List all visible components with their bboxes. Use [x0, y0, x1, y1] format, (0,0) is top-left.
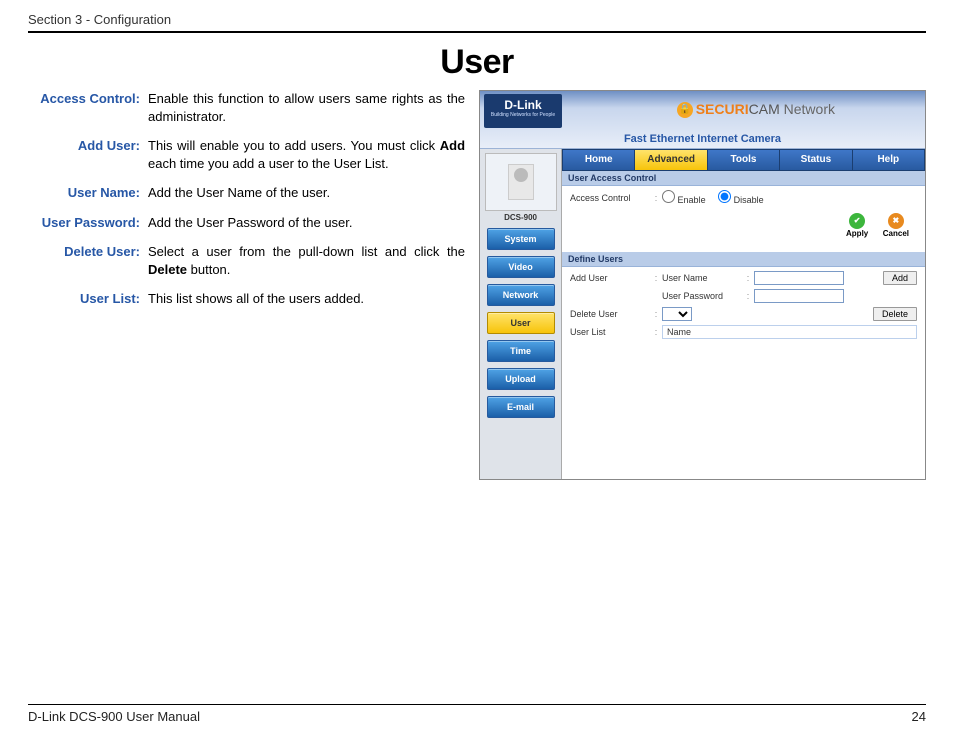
radio-disable[interactable]: Disable	[718, 195, 764, 205]
radio-disable-input[interactable]	[718, 190, 731, 203]
page-title: User	[28, 43, 926, 82]
cancel-button[interactable]: ✖Cancel	[877, 213, 909, 238]
radio-enable[interactable]: Enable	[662, 195, 706, 205]
definition-row: Access Control: Enable this function to …	[28, 90, 465, 125]
footer-page-number: 24	[912, 709, 926, 724]
page-footer: D-Link DCS-900 User Manual 24	[28, 704, 926, 724]
user-password-label: User Password	[662, 291, 742, 301]
camera-model: DCS-900	[483, 213, 558, 222]
tab-help[interactable]: Help	[853, 149, 925, 171]
sidebar-button-e-mail[interactable]: E-mail	[487, 396, 555, 418]
sidebar-button-time[interactable]: Time	[487, 340, 555, 362]
tab-tools[interactable]: Tools	[708, 149, 780, 171]
definition-text: This list shows all of the users added.	[148, 290, 465, 308]
camera-ui-body: DCS-900 System Video Network User Time Upload…	[480, 149, 925, 479]
definition-text: Add the User Name of the user.	[148, 184, 465, 202]
user-name-label: User Name	[662, 273, 742, 283]
logo-text: D-Link	[504, 98, 541, 112]
brand-prefix: SECURI	[696, 101, 749, 117]
user-list-label: User List	[570, 327, 650, 337]
definition-label: User Name:	[28, 184, 148, 202]
user-list-header: Name	[662, 325, 917, 339]
delete-user-select[interactable]	[662, 307, 692, 321]
brand-label: 🔒SECURICAM Network	[677, 101, 835, 118]
definition-row: Add User: This will enable you to add us…	[28, 137, 465, 172]
tab-status[interactable]: Status	[780, 149, 852, 171]
content-row: Access Control: Enable this function to …	[28, 90, 926, 480]
sidebar: DCS-900 System Video Network User Time Upload…	[480, 149, 562, 479]
brand-suffix: CAM	[749, 101, 780, 117]
definition-text: Enable this function to allow users same…	[148, 90, 465, 125]
add-user-label: Add User	[570, 273, 650, 283]
footer-left: D-Link DCS-900 User Manual	[28, 709, 200, 724]
screenshot-panel: D-Link Building Networks for People 🔒SEC…	[479, 90, 926, 480]
sidebar-button-video[interactable]: Video	[487, 256, 555, 278]
lock-icon: 🔒	[677, 102, 693, 118]
definition-text: Add the User Password of the user.	[148, 214, 465, 232]
camera-ui-header: D-Link Building Networks for People 🔒SEC…	[480, 91, 925, 149]
sidebar-button-system[interactable]: System	[487, 228, 555, 250]
x-icon: ✖	[888, 213, 904, 229]
definition-label: User Password:	[28, 214, 148, 232]
camera-subtitle: Fast Ethernet Internet Camera	[480, 133, 925, 145]
definition-text: Select a user from the pull-down list an…	[148, 243, 465, 278]
brand-network: Network	[784, 101, 835, 117]
definition-row: User Name: Add the User Name of the user…	[28, 184, 465, 202]
tab-home[interactable]: Home	[562, 149, 635, 171]
panel-heading: Define Users	[562, 252, 925, 267]
top-tabs: HomeAdvancedToolsStatusHelp	[562, 149, 925, 171]
panel-access-control: User Access Control Access Control : Ena…	[562, 171, 925, 252]
access-control-radios: Enable Disable	[662, 190, 917, 205]
panel-heading: User Access Control	[562, 171, 925, 186]
logo-tagline: Building Networks for People	[484, 112, 562, 118]
user-name-input[interactable]	[754, 271, 844, 285]
definitions-list: Access Control: Enable this function to …	[28, 90, 465, 480]
definition-label: Access Control:	[28, 90, 148, 125]
definition-row: User Password: Add the User Password of …	[28, 214, 465, 232]
sidebar-button-user[interactable]: User	[487, 312, 555, 334]
section-header: Section 3 - Configuration	[28, 12, 926, 33]
dlink-logo: D-Link Building Networks for People	[484, 94, 562, 128]
add-button[interactable]: Add	[883, 271, 917, 285]
delete-button[interactable]: Delete	[873, 307, 917, 321]
definition-label: Delete User:	[28, 243, 148, 278]
sidebar-button-upload[interactable]: Upload	[487, 368, 555, 390]
tab-advanced[interactable]: Advanced	[635, 149, 707, 171]
panel-define-users: Define Users Add User : User Name : Add	[562, 252, 925, 351]
camera-image	[485, 153, 557, 211]
main-panel: HomeAdvancedToolsStatusHelp User Access …	[562, 149, 925, 479]
sidebar-button-network[interactable]: Network	[487, 284, 555, 306]
definition-label: User List:	[28, 290, 148, 308]
check-icon: ✔	[849, 213, 865, 229]
delete-user-label: Delete User	[570, 309, 650, 319]
definition-text: This will enable you to add users. You m…	[148, 137, 465, 172]
definition-row: User List: This list shows all of the us…	[28, 290, 465, 308]
user-password-input[interactable]	[754, 289, 844, 303]
radio-enable-input[interactable]	[662, 190, 675, 203]
access-control-label: Access Control	[570, 193, 650, 203]
definition-label: Add User:	[28, 137, 148, 172]
apply-button[interactable]: ✔Apply	[840, 213, 868, 238]
definition-row: Delete User: Select a user from the pull…	[28, 243, 465, 278]
